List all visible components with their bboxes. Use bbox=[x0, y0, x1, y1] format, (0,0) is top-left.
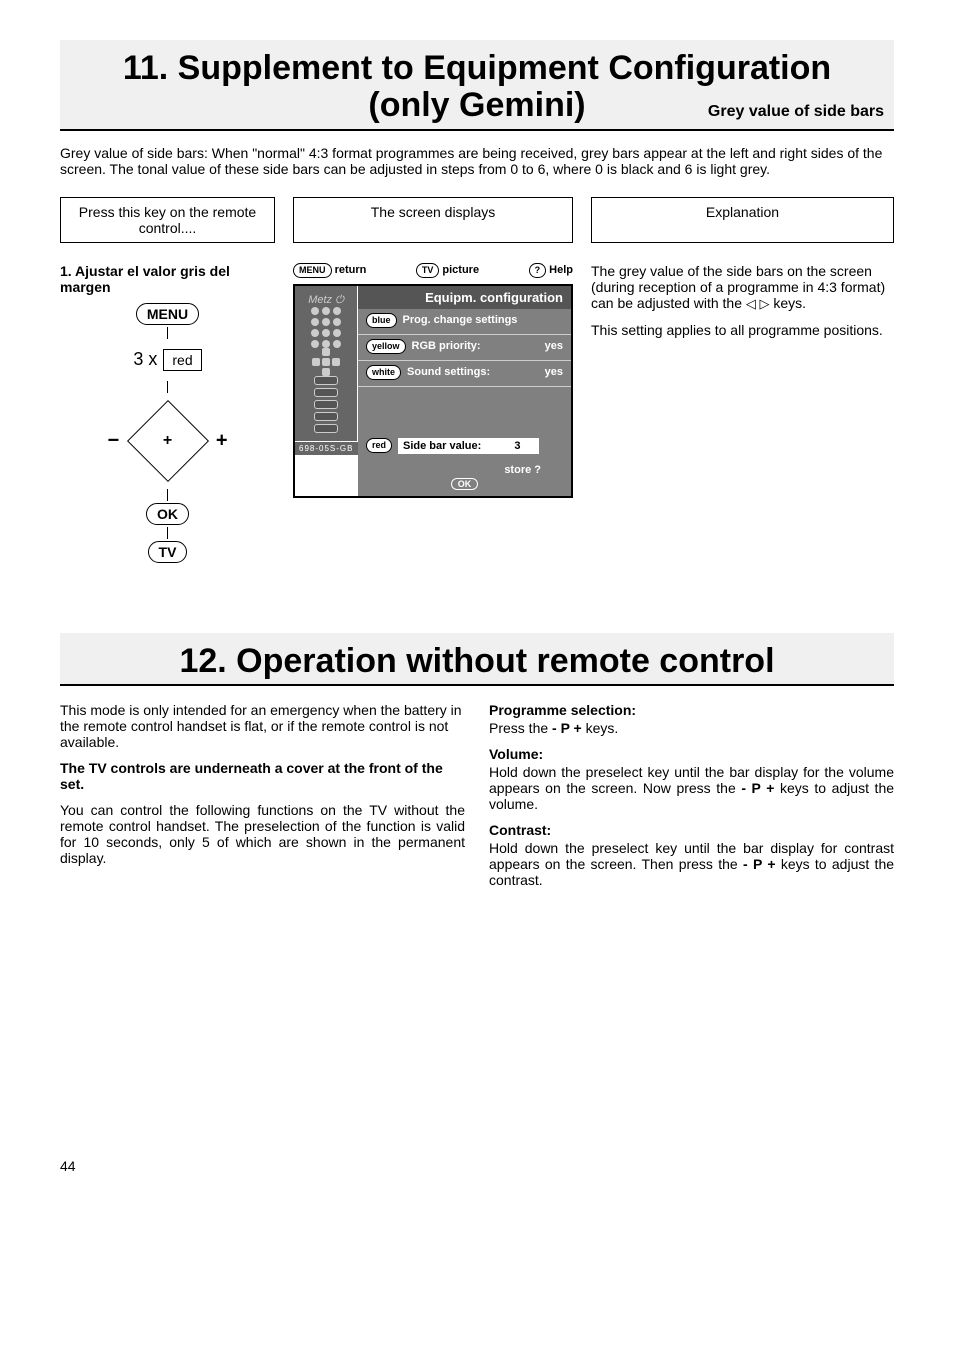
red-pill-icon: red bbox=[366, 438, 392, 453]
section-11-title-right: Grey value of side bars bbox=[708, 103, 884, 121]
screen-mockup: Metz ⏻ bbox=[293, 284, 573, 498]
screen-title: Equipm. configuration bbox=[358, 286, 571, 309]
red-button: red bbox=[163, 349, 201, 371]
s12-left-p1: This mode is only intended for an emerge… bbox=[60, 702, 465, 750]
picture-group: TV picture bbox=[416, 263, 479, 278]
remote-steps-column: 1. Ajustar el valor gris del margen MENU… bbox=[60, 263, 275, 563]
section-12-left-column: This mode is only intended for an emerge… bbox=[60, 702, 465, 898]
col-header-explain: Explanation bbox=[591, 197, 894, 243]
menu-label: RGB priority: bbox=[412, 340, 481, 352]
connector-line bbox=[167, 327, 168, 339]
return-group: MENU return bbox=[293, 263, 366, 278]
connector-line bbox=[167, 527, 168, 539]
white-pill-icon: white bbox=[366, 365, 401, 380]
section-12-right-column: Programme selection: Press the - P + key… bbox=[489, 702, 894, 898]
menu-item-rgb-priority: yellow RGB priority: yes bbox=[358, 335, 571, 361]
section-11-intro: Grey value of side bars: When "normal" 4… bbox=[60, 145, 894, 177]
help-group: ? Help bbox=[529, 263, 573, 278]
menu-value: yes bbox=[545, 340, 563, 352]
menu-item-sound-settings: white Sound settings: yes bbox=[358, 361, 571, 387]
menu-value: 3 bbox=[514, 440, 520, 452]
section-11-title-line1: 11. Supplement to Equipment Configuratio… bbox=[70, 50, 884, 87]
picture-label: picture bbox=[442, 264, 479, 276]
model-code: 698-05S-GB bbox=[295, 441, 358, 455]
menu-label: Sound settings: bbox=[407, 366, 490, 378]
color-buttons-icon bbox=[314, 376, 338, 433]
section-12-title: 12. Operation without remote control bbox=[70, 643, 884, 680]
section-12-title-block: 12. Operation without remote control bbox=[60, 633, 894, 686]
tv-button: TV bbox=[148, 541, 188, 563]
help-pill-icon: ? bbox=[529, 263, 547, 278]
explain-p1: The grey value of the side bars on the s… bbox=[591, 263, 894, 312]
screen-display-column: MENU return TV picture ? Help Metz ⏻ bbox=[293, 263, 573, 563]
help-label: Help bbox=[549, 264, 573, 276]
menu-label: Side bar value: bbox=[403, 440, 481, 452]
store-prompt: store ? bbox=[358, 460, 571, 478]
menu-pill-icon: MENU bbox=[293, 263, 332, 278]
explanation-column: The grey value of the side bars on the s… bbox=[591, 263, 894, 563]
arrow-left-right-icon: ◁ ▷ bbox=[746, 296, 770, 311]
step1-title: 1. Ajustar el valor gris del margen bbox=[60, 263, 275, 295]
explain-p2: This setting applies to all programme po… bbox=[591, 322, 894, 338]
minus-icon: − bbox=[108, 429, 120, 452]
connector-line bbox=[167, 381, 168, 393]
dpad-icon: − + + bbox=[108, 401, 228, 481]
menu-item-prog-change: blue Prog. change settings bbox=[358, 309, 571, 335]
dpad-mini-icon bbox=[312, 348, 340, 376]
s12-right-h2: Volume: bbox=[489, 746, 894, 762]
menu-value: yes bbox=[545, 366, 563, 378]
section-11-title-block: 11. Supplement to Equipment Configuratio… bbox=[60, 40, 894, 131]
s12-right-h3: Contrast: bbox=[489, 822, 894, 838]
col-header-screen: The screen displays bbox=[293, 197, 573, 243]
menu-item-side-bar-value: red Side bar value: 3 bbox=[358, 434, 571, 460]
yellow-pill-icon: yellow bbox=[366, 339, 406, 354]
plus-icon: + bbox=[216, 429, 228, 452]
blue-pill-icon: blue bbox=[366, 313, 397, 328]
return-label: return bbox=[335, 264, 367, 276]
s12-right-p3: Hold down the preselect key until the ba… bbox=[489, 840, 894, 888]
s12-left-p3: You can control the following functions … bbox=[60, 802, 465, 866]
remote-icon-sidebar: Metz ⏻ bbox=[295, 286, 358, 441]
col-header-press: Press this key on the remote control.... bbox=[60, 197, 275, 243]
remote-diagram: MENU 3 x red − + + OK TV bbox=[60, 303, 275, 563]
s12-right-h1: Programme selection: bbox=[489, 702, 894, 718]
ok-pill-icon: OK bbox=[451, 478, 479, 490]
menu-label: Prog. change settings bbox=[403, 314, 518, 326]
s12-left-p2: The TV controls are underneath a cover a… bbox=[60, 760, 465, 792]
section-11-title-line2: (only Gemini) bbox=[368, 87, 585, 124]
ok-button: OK bbox=[146, 503, 189, 525]
dpad-center-icon: + bbox=[163, 432, 172, 450]
page-number: 44 bbox=[60, 1158, 894, 1174]
menu-button: MENU bbox=[136, 303, 199, 325]
number-pad-icon bbox=[311, 307, 341, 348]
connector-line bbox=[167, 489, 168, 501]
tv-pill-icon: TV bbox=[416, 263, 440, 278]
brand-logo-icon: Metz ⏻ bbox=[308, 294, 344, 307]
s12-right-p2: Hold down the preselect key until the ba… bbox=[489, 764, 894, 812]
three-x-label: 3 x bbox=[133, 349, 157, 370]
s12-right-p1: Press the - P + keys. bbox=[489, 720, 894, 736]
